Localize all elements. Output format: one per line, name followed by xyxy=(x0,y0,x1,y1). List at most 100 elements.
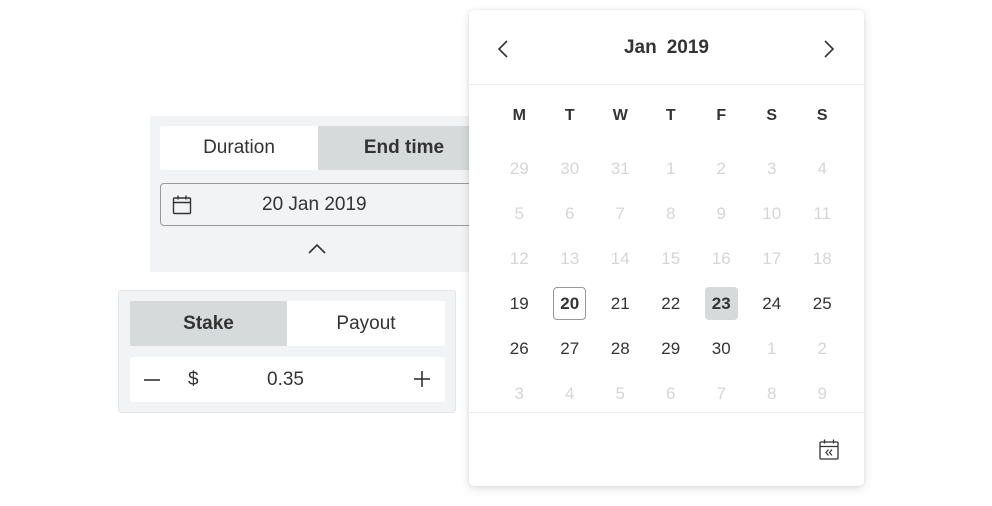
calendar-cell: 8 xyxy=(747,371,798,416)
chevron-up-icon[interactable] xyxy=(307,242,327,256)
weekday-label: T xyxy=(665,107,676,124)
calendar-cell: 9 xyxy=(797,371,848,416)
calendar-cell: 6 xyxy=(646,371,697,416)
calendar-grid: M T W T F S S 29 30 31 1 2 3 4 5 6 7 8 9 10 11 12 13 14 15 16 17 18… xyxy=(494,98,868,416)
calendar-cell: 7 xyxy=(595,191,646,236)
calendar-cell: 5 xyxy=(595,371,646,416)
calendar-cell: 4 xyxy=(545,371,596,416)
year-label: 2019 xyxy=(666,37,710,58)
calendar-day[interactable]: 26 xyxy=(503,332,536,365)
calendar-cell: 20 xyxy=(545,281,596,326)
calendar-cell: 16 xyxy=(696,236,747,281)
calendar-cell: 29 xyxy=(646,326,697,371)
calendar-day[interactable]: 21 xyxy=(604,287,637,320)
weekday-label: M xyxy=(512,107,526,124)
date-picker-calendar: Jan 2019 M T W T F S S 29 30 31 1 2 3 4 5 6 7 8 9 10 11 12 13 14… xyxy=(469,10,864,486)
calendar-cell: 3 xyxy=(494,371,545,416)
calendar-cell: 24 xyxy=(747,281,798,326)
amount-input[interactable]: $ 0.35 xyxy=(130,357,445,402)
calendar-cell: 7 xyxy=(696,371,747,416)
calendar-cell: 19 xyxy=(494,281,545,326)
currency-symbol: $ xyxy=(188,369,199,390)
calendar-footer xyxy=(469,412,864,487)
calendar-day: 5 xyxy=(615,383,625,403)
plus-icon[interactable] xyxy=(413,370,431,388)
end-date-value: 20 Jan 2019 xyxy=(262,194,367,215)
calendar-cell: 14 xyxy=(595,236,646,281)
calendar-day: 2 xyxy=(817,338,827,358)
calendar-day[interactable]: 24 xyxy=(755,287,788,320)
weekday-header: MTWTFSS xyxy=(494,98,868,134)
calendar-day[interactable]: 19 xyxy=(503,287,536,320)
calendar-cell: 2 xyxy=(797,326,848,371)
calendar-cell: 6 xyxy=(545,191,596,236)
calendar-day: 9 xyxy=(817,383,827,403)
calendar-spacer xyxy=(494,134,868,146)
calendar-day[interactable]: 30 xyxy=(705,332,738,365)
amount-value[interactable]: 0.35 xyxy=(267,369,304,391)
calendar-day: 4 xyxy=(817,158,827,178)
calendar-day: 14 xyxy=(610,248,630,268)
weekday-label: W xyxy=(612,107,628,124)
minus-icon[interactable] xyxy=(143,371,161,389)
calendar-cell: 28 xyxy=(595,326,646,371)
month-label: Jan xyxy=(623,37,657,58)
calendar-cell: 15 xyxy=(646,236,697,281)
calendar-day[interactable]: 28 xyxy=(604,332,637,365)
calendar-day: 15 xyxy=(661,248,681,268)
chevron-right-icon[interactable] xyxy=(823,40,835,58)
calendar-day: 1 xyxy=(767,338,777,358)
calendar-day: 9 xyxy=(716,203,726,223)
month-year-title[interactable]: Jan 2019 xyxy=(469,37,864,59)
calendar-cell: 1 xyxy=(747,326,798,371)
calendar-day[interactable]: 22 xyxy=(654,287,687,320)
calendar-day: 11 xyxy=(813,203,832,223)
calendar-day: 5 xyxy=(514,203,524,223)
calendar-day[interactable]: 25 xyxy=(806,287,839,320)
calendar-day: 10 xyxy=(762,203,782,223)
calendar-day: 1 xyxy=(666,158,676,178)
calendar-cell: 30 xyxy=(545,146,596,191)
calendar-cell: 23 xyxy=(696,281,747,326)
calendar-cell: 3 xyxy=(747,146,798,191)
calendar-day: 8 xyxy=(666,203,676,223)
calendar-cell: 11 xyxy=(797,191,848,236)
calendar-today-icon[interactable] xyxy=(819,439,839,460)
calendar-day: 8 xyxy=(767,383,777,403)
calendar-day: 13 xyxy=(560,248,580,268)
calendar-cell: 31 xyxy=(595,146,646,191)
calendar-icon xyxy=(172,195,192,215)
tab-payout[interactable]: Payout xyxy=(287,301,445,346)
calendar-day: 16 xyxy=(711,248,731,268)
calendar-day[interactable]: 29 xyxy=(654,332,687,365)
calendar-day-selected[interactable]: 23 xyxy=(704,287,738,320)
tab-end-time[interactable]: End time xyxy=(318,126,490,170)
calendar-day: 3 xyxy=(767,158,777,178)
calendar-day: 4 xyxy=(565,383,575,403)
tab-duration[interactable]: Duration xyxy=(160,126,318,170)
weekday-label: F xyxy=(716,107,727,124)
calendar-header: Jan 2019 xyxy=(469,10,864,85)
calendar-day: 29 xyxy=(509,158,529,178)
calendar-day: 2 xyxy=(716,158,726,178)
calendar-day: 6 xyxy=(565,203,575,223)
end-date-field[interactable]: 20 Jan 2019 xyxy=(160,183,490,226)
calendar-day: 17 xyxy=(762,248,782,268)
calendar-day-today[interactable]: 20 xyxy=(553,287,587,320)
tab-stake[interactable]: Stake xyxy=(130,301,287,346)
calendar-cell: 25 xyxy=(797,281,848,326)
calendar-cell: 8 xyxy=(646,191,697,236)
calendar-day[interactable]: 27 xyxy=(553,332,586,365)
weekday-label: S xyxy=(766,107,778,124)
calendar-day: 7 xyxy=(716,383,726,403)
calendar-week-row: 29 30 31 1 2 3 4 xyxy=(494,146,868,191)
calendar-cell: 10 xyxy=(747,191,798,236)
calendar-cell: 22 xyxy=(646,281,697,326)
calendar-week-row: 19 20 21 22 23 24 25 xyxy=(494,281,868,326)
calendar-cell: 17 xyxy=(747,236,798,281)
calendar-day: 12 xyxy=(509,248,529,268)
calendar-day: 7 xyxy=(615,203,625,223)
calendar-cell: 12 xyxy=(494,236,545,281)
calendar-cell: 4 xyxy=(797,146,848,191)
calendar-cell: 5 xyxy=(494,191,545,236)
